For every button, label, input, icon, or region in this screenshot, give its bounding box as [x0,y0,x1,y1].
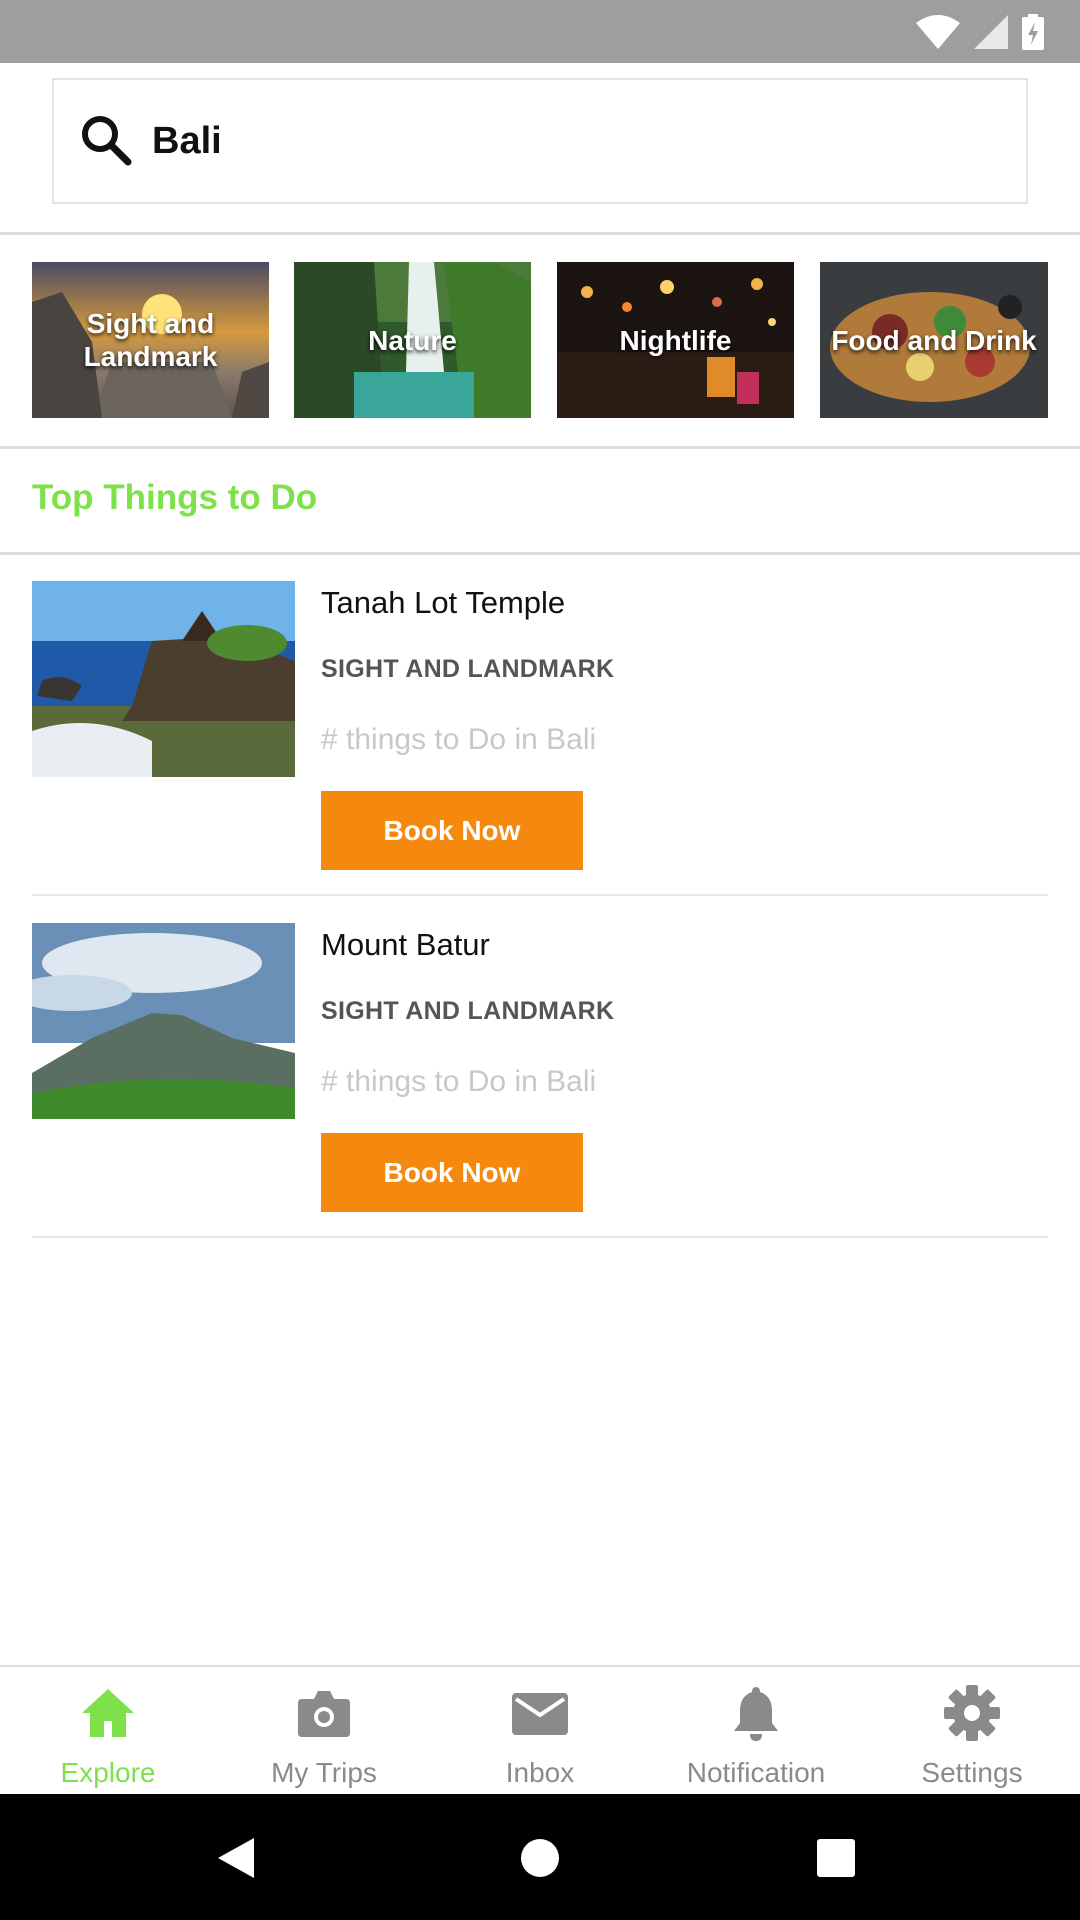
signal-icon [974,15,1008,49]
bottom-navigation: Explore My Trips Inbox Notification Sett… [0,1665,1080,1794]
search-input[interactable]: Bali [152,120,222,163]
category-tile-nightlife[interactable]: Nightlife [557,262,794,418]
gear-icon [944,1685,1000,1741]
nav-label: My Trips [271,1757,377,1788]
search-field[interactable]: Bali [52,78,1028,204]
wifi-icon [916,15,960,49]
recents-icon[interactable] [816,1838,856,1878]
category-label: Nature [368,324,457,356]
divider [0,446,1080,449]
nav-label: Inbox [505,1757,575,1788]
book-now-button[interactable]: Book Now [321,791,583,870]
category-tile-food-and-drink[interactable]: Food and Drink [820,262,1048,418]
category-label: Nightlife [619,324,732,356]
category-label: Sight and Landmark [83,308,218,372]
divider [32,1236,1048,1238]
nav-item-notification[interactable]: Notification [648,1667,864,1794]
home-circle-icon[interactable] [520,1838,560,1878]
book-now-button[interactable]: Book Now [321,1133,583,1212]
nav-label: Notification [686,1757,826,1788]
battery-icon [1022,14,1044,50]
category-tile-nature[interactable]: Nature [294,262,531,418]
tanah-lot-temple-image [32,581,295,777]
nav-label: Explore [60,1757,156,1788]
mail-icon [512,1693,568,1735]
nav-label: Settings [921,1757,1023,1788]
nav-item-settings[interactable]: Settings [864,1667,1080,1794]
bell-icon [734,1687,778,1741]
item-meta: # things to Do in Bali [321,1065,597,1098]
item-title[interactable]: Tanah Lot Temple [321,585,565,621]
back-icon[interactable] [216,1836,256,1880]
item-meta: # things to Do in Bali [321,723,597,756]
divider [32,894,1048,896]
nav-item-my-trips[interactable]: My Trips [216,1667,432,1794]
nav-item-explore[interactable]: Explore [0,1667,216,1794]
status-bar [0,0,1080,63]
category-label: Food and Drink [831,324,1037,356]
search-icon [82,116,132,166]
camera-icon [298,1691,350,1737]
item-title[interactable]: Mount Batur [321,927,490,963]
divider [0,552,1080,555]
nav-item-inbox[interactable]: Inbox [432,1667,648,1794]
item-category: SIGHT AND LANDMARK [321,655,615,683]
mount-batur-image [32,923,295,1119]
home-icon [82,1689,134,1737]
category-tile-sight-and-landmark[interactable]: Sight and Landmark [32,262,269,418]
item-category: SIGHT AND LANDMARK [321,997,615,1025]
system-navigation-bar [0,1794,1080,1920]
section-title: Top Things to Do [32,478,318,517]
divider [0,232,1080,235]
